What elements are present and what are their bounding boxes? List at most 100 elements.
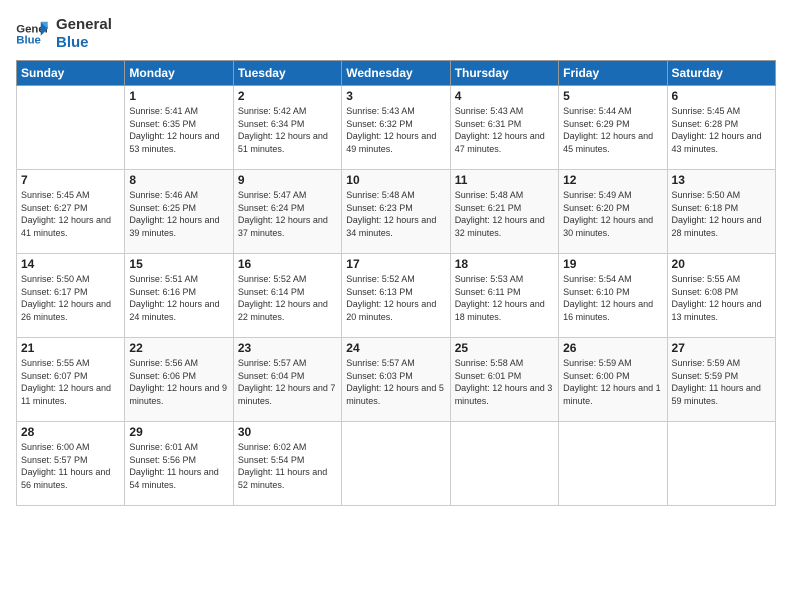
calendar-cell <box>667 422 775 506</box>
day-number: 25 <box>455 341 554 355</box>
day-detail: Sunrise: 5:44 AMSunset: 6:29 PMDaylight:… <box>563 105 662 155</box>
calendar-cell: 26 Sunrise: 5:59 AMSunset: 6:00 PMDayligh… <box>559 338 667 422</box>
day-number: 5 <box>563 89 662 103</box>
day-detail: Sunrise: 5:43 AMSunset: 6:31 PMDaylight:… <box>455 105 554 155</box>
logo: General Blue General Blue <box>16 16 112 52</box>
day-detail: Sunrise: 5:55 AMSunset: 6:07 PMDaylight:… <box>21 357 120 407</box>
day-detail: Sunrise: 5:59 AMSunset: 6:00 PMDaylight:… <box>563 357 662 407</box>
calendar-cell: 27Sunrise: 5:59 AMSunset: 5:59 PMDayligh… <box>667 338 775 422</box>
calendar-cell <box>342 422 450 506</box>
day-number: 2 <box>238 89 337 103</box>
col-tuesday: Tuesday <box>233 61 341 86</box>
calendar-cell: 11Sunrise: 5:48 AMSunset: 6:21 PMDayligh… <box>450 170 558 254</box>
page-container: General Blue General Blue Sunday Monday … <box>16 16 776 506</box>
day-detail: Sunrise: 5:53 AMSunset: 6:11 PMDaylight:… <box>455 273 554 323</box>
calendar-table: Sunday Monday Tuesday Wednesday Thursday… <box>16 60 776 506</box>
day-detail: Sunrise: 5:56 AMSunset: 6:06 PMDaylight:… <box>129 357 228 407</box>
day-detail: Sunrise: 5:54 AMSunset: 6:10 PMDaylight:… <box>563 273 662 323</box>
calendar-cell: 5 Sunrise: 5:44 AMSunset: 6:29 PMDaylight… <box>559 86 667 170</box>
day-detail: Sunrise: 6:00 AMSunset: 5:57 PMDaylight:… <box>21 441 120 491</box>
logo-blue: Blue <box>56 34 112 52</box>
day-detail: Sunrise: 6:01 AMSunset: 5:56 PMDaylight:… <box>129 441 228 491</box>
day-number: 10 <box>346 173 445 187</box>
day-detail: Sunrise: 5:52 AMSunset: 6:13 PMDaylight:… <box>346 273 445 323</box>
day-detail: Sunrise: 5:41 AMSunset: 6:35 PMDaylight:… <box>129 105 228 155</box>
calendar-week-3: 14 Sunrise: 5:50 AMSunset: 6:17 PMDayligh… <box>17 254 776 338</box>
calendar-cell: 17 Sunrise: 5:52 AMSunset: 6:13 PMDayligh… <box>342 254 450 338</box>
day-detail: Sunrise: 5:48 AMSunset: 6:21 PMDaylight:… <box>455 189 554 239</box>
calendar-cell: 30Sunrise: 6:02 AMSunset: 5:54 PMDayligh… <box>233 422 341 506</box>
calendar-cell: 16Sunrise: 5:52 AMSunset: 6:14 PMDayligh… <box>233 254 341 338</box>
day-detail: Sunrise: 5:51 AMSunset: 6:16 PMDaylight:… <box>129 273 228 323</box>
col-sunday: Sunday <box>17 61 125 86</box>
calendar-cell: 19 Sunrise: 5:54 AMSunset: 6:10 PMDayligh… <box>559 254 667 338</box>
day-number: 9 <box>238 173 337 187</box>
day-detail: Sunrise: 5:52 AMSunset: 6:14 PMDaylight:… <box>238 273 337 323</box>
day-number: 3 <box>346 89 445 103</box>
day-detail: Sunrise: 5:43 AMSunset: 6:32 PMDaylight:… <box>346 105 445 155</box>
calendar-cell <box>559 422 667 506</box>
day-number: 24 <box>346 341 445 355</box>
calendar-cell: 15 Sunrise: 5:51 AMSunset: 6:16 PMDayligh… <box>125 254 233 338</box>
day-detail: Sunrise: 5:59 AMSunset: 5:59 PMDaylight:… <box>672 357 771 407</box>
calendar-cell: 3 Sunrise: 5:43 AMSunset: 6:32 PMDaylight… <box>342 86 450 170</box>
day-number: 12 <box>563 173 662 187</box>
day-number: 18 <box>455 257 554 271</box>
day-detail: Sunrise: 5:45 AMSunset: 6:27 PMDaylight:… <box>21 189 120 239</box>
calendar-cell: 14 Sunrise: 5:50 AMSunset: 6:17 PMDayligh… <box>17 254 125 338</box>
day-number: 8 <box>129 173 228 187</box>
calendar-cell: 28 Sunrise: 6:00 AMSunset: 5:57 PMDayligh… <box>17 422 125 506</box>
day-detail: Sunrise: 5:47 AMSunset: 6:24 PMDaylight:… <box>238 189 337 239</box>
calendar-cell: 29 Sunrise: 6:01 AMSunset: 5:56 PMDayligh… <box>125 422 233 506</box>
day-detail: Sunrise: 5:57 AMSunset: 6:04 PMDaylight:… <box>238 357 337 407</box>
calendar-cell: 21 Sunrise: 5:55 AMSunset: 6:07 PMDayligh… <box>17 338 125 422</box>
day-number: 23 <box>238 341 337 355</box>
day-detail: Sunrise: 5:49 AMSunset: 6:20 PMDaylight:… <box>563 189 662 239</box>
calendar-cell: 1Sunrise: 5:41 AMSunset: 6:35 PMDaylight… <box>125 86 233 170</box>
calendar-cell <box>17 86 125 170</box>
day-detail: Sunrise: 5:46 AMSunset: 6:25 PMDaylight:… <box>129 189 228 239</box>
header-row: Sunday Monday Tuesday Wednesday Thursday… <box>17 61 776 86</box>
day-number: 19 <box>563 257 662 271</box>
day-number: 29 <box>129 425 228 439</box>
day-detail: Sunrise: 6:02 AMSunset: 5:54 PMDaylight:… <box>238 441 337 491</box>
col-friday: Friday <box>559 61 667 86</box>
calendar-week-2: 7Sunrise: 5:45 AMSunset: 6:27 PMDaylight… <box>17 170 776 254</box>
calendar-cell: 6 Sunrise: 5:45 AMSunset: 6:28 PMDaylight… <box>667 86 775 170</box>
day-detail: Sunrise: 5:57 AMSunset: 6:03 PMDaylight:… <box>346 357 445 407</box>
col-saturday: Saturday <box>667 61 775 86</box>
day-number: 20 <box>672 257 771 271</box>
calendar-cell: 4Sunrise: 5:43 AMSunset: 6:31 PMDaylight… <box>450 86 558 170</box>
calendar-cell: 23 Sunrise: 5:57 AMSunset: 6:04 PMDayligh… <box>233 338 341 422</box>
col-thursday: Thursday <box>450 61 558 86</box>
day-detail: Sunrise: 5:50 AMSunset: 6:17 PMDaylight:… <box>21 273 120 323</box>
col-wednesday: Wednesday <box>342 61 450 86</box>
day-number: 26 <box>563 341 662 355</box>
day-detail: Sunrise: 5:55 AMSunset: 6:08 PMDaylight:… <box>672 273 771 323</box>
calendar-cell: 8 Sunrise: 5:46 AMSunset: 6:25 PMDaylight… <box>125 170 233 254</box>
day-number: 15 <box>129 257 228 271</box>
day-detail: Sunrise: 5:50 AMSunset: 6:18 PMDaylight:… <box>672 189 771 239</box>
top-bar: General Blue General Blue <box>16 16 776 56</box>
svg-text:Blue: Blue <box>16 35 41 47</box>
day-number: 6 <box>672 89 771 103</box>
calendar-cell: 10 Sunrise: 5:48 AMSunset: 6:23 PMDayligh… <box>342 170 450 254</box>
logo-general: General <box>56 16 112 34</box>
calendar-cell: 18 Sunrise: 5:53 AMSunset: 6:11 PMDayligh… <box>450 254 558 338</box>
day-number: 14 <box>21 257 120 271</box>
day-detail: Sunrise: 5:42 AMSunset: 6:34 PMDaylight:… <box>238 105 337 155</box>
logo-icon: General Blue <box>16 20 48 48</box>
day-number: 13 <box>672 173 771 187</box>
calendar-week-5: 28 Sunrise: 6:00 AMSunset: 5:57 PMDayligh… <box>17 422 776 506</box>
calendar-cell: 2 Sunrise: 5:42 AMSunset: 6:34 PMDaylight… <box>233 86 341 170</box>
day-detail: Sunrise: 5:48 AMSunset: 6:23 PMDaylight:… <box>346 189 445 239</box>
day-detail: Sunrise: 5:45 AMSunset: 6:28 PMDaylight:… <box>672 105 771 155</box>
day-detail: Sunrise: 5:58 AMSunset: 6:01 PMDaylight:… <box>455 357 554 407</box>
day-number: 28 <box>21 425 120 439</box>
calendar-cell <box>450 422 558 506</box>
calendar-week-4: 21 Sunrise: 5:55 AMSunset: 6:07 PMDayligh… <box>17 338 776 422</box>
day-number: 21 <box>21 341 120 355</box>
calendar-cell: 7Sunrise: 5:45 AMSunset: 6:27 PMDaylight… <box>17 170 125 254</box>
day-number: 17 <box>346 257 445 271</box>
col-monday: Monday <box>125 61 233 86</box>
